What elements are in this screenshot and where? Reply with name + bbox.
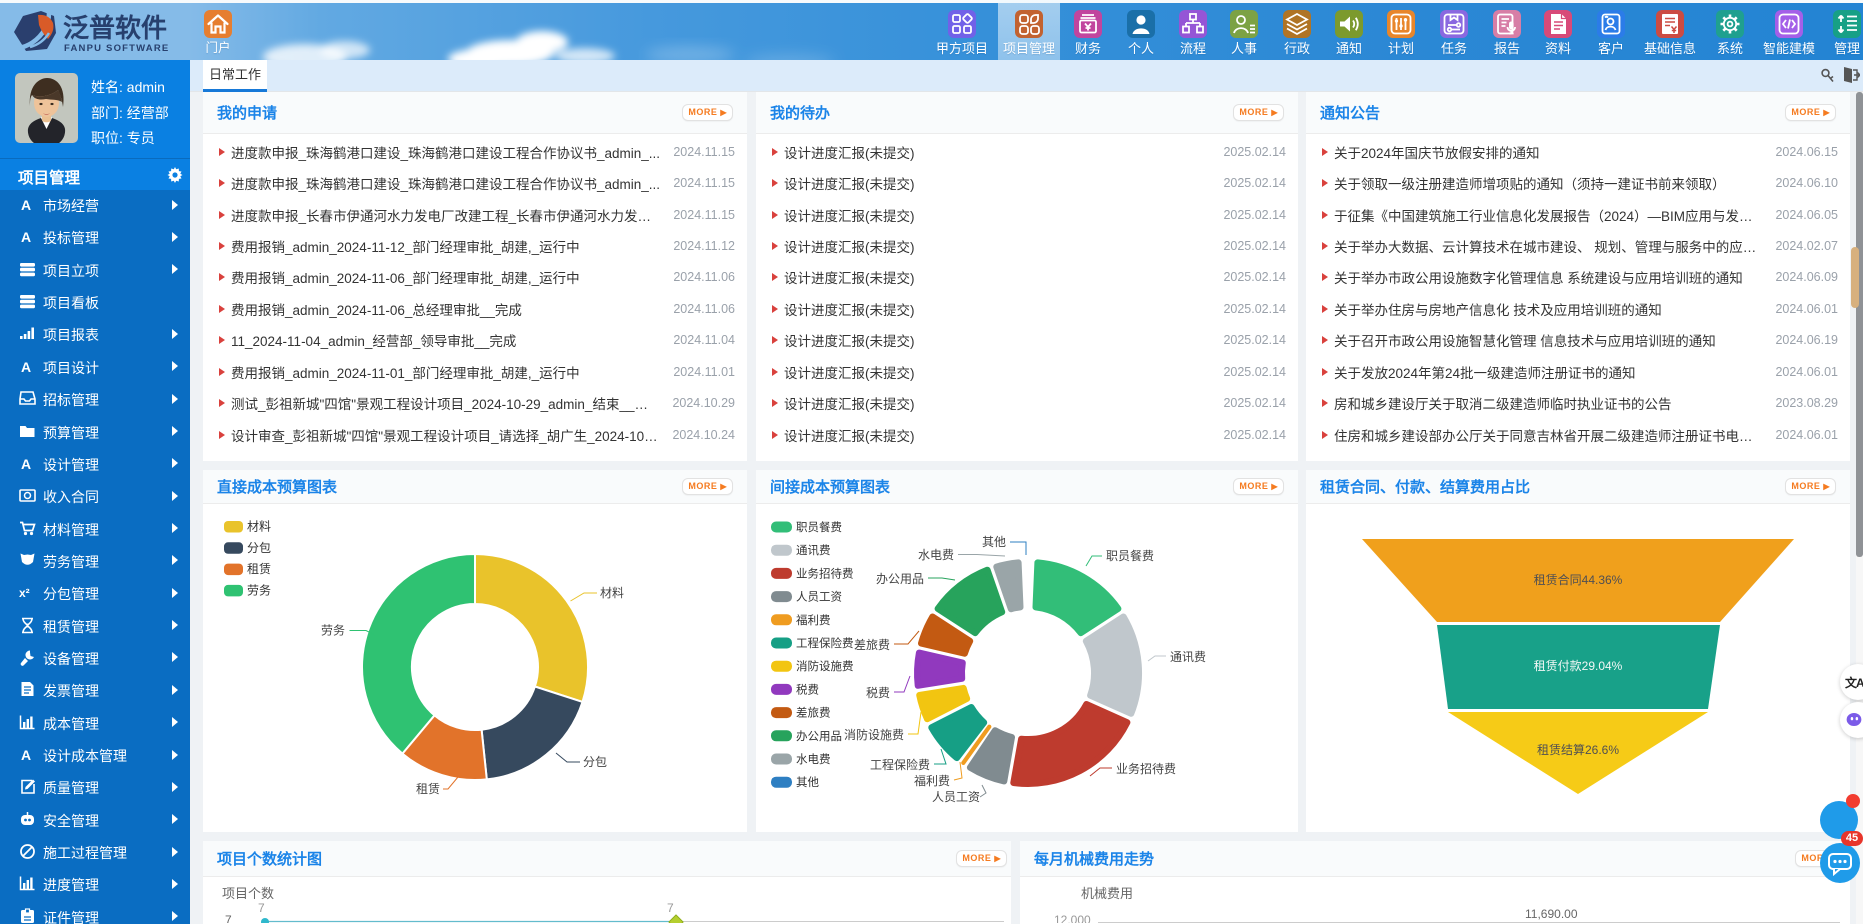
svg-text:A: A	[21, 456, 31, 472]
svg-text:通讯费: 通讯费	[1170, 650, 1206, 664]
svg-text:分包: 分包	[247, 541, 271, 555]
svg-text:租赁结算26.6%: 租赁结算26.6%	[1537, 742, 1619, 757]
svg-text:办公用品: 办公用品	[796, 729, 842, 743]
svg-text:7: 7	[258, 901, 265, 915]
svg-text:消防设施费: 消防设施费	[844, 727, 904, 742]
svg-text:办公用品: 办公用品	[876, 571, 924, 586]
svg-text:工程保险费: 工程保险费	[796, 636, 854, 650]
svg-text:A: A	[21, 359, 31, 375]
svg-text:租赁合同44.36%: 租赁合同44.36%	[1534, 572, 1623, 587]
svg-text:劳务: 劳务	[247, 582, 271, 597]
svg-text:12,000: 12,000	[1054, 913, 1091, 923]
svg-text:工程保险费: 工程保险费	[870, 757, 930, 772]
svg-text:A: A	[21, 747, 31, 763]
svg-text:水电费: 水电费	[918, 548, 954, 562]
svg-text:材料: 材料	[600, 586, 624, 600]
svg-text:泛普软件: 泛普软件	[63, 13, 167, 43]
svg-text:租赁: 租赁	[247, 562, 271, 576]
svg-text:FANPU SOFTWARE: FANPU SOFTWARE	[64, 43, 169, 54]
svg-text:x²: x²	[19, 586, 30, 600]
svg-text:福利费: 福利费	[914, 773, 950, 788]
svg-text:税费: 税费	[866, 686, 890, 700]
svg-text:其他: 其他	[982, 535, 1006, 549]
svg-text:11,690.00: 11,690.00	[1525, 907, 1578, 921]
svg-text:差旅费: 差旅费	[854, 638, 890, 652]
svg-text:福利费: 福利费	[796, 613, 831, 627]
svg-text:通讯费: 通讯费	[796, 544, 831, 557]
svg-text:水电费: 水电费	[796, 753, 831, 766]
svg-text:A: A	[21, 197, 31, 213]
svg-text:其他: 其他	[796, 776, 819, 789]
svg-text:业务招待费: 业务招待费	[796, 566, 854, 580]
svg-text:机械费用: 机械费用	[1081, 886, 1133, 901]
svg-text:租赁付款29.04%: 租赁付款29.04%	[1534, 659, 1623, 673]
svg-text:人员工资: 人员工资	[796, 591, 842, 604]
svg-text:分包: 分包	[583, 755, 607, 769]
svg-text:租赁: 租赁	[416, 782, 440, 796]
svg-text:材料: 材料	[247, 520, 271, 534]
svg-text:职员餐费: 职员餐费	[796, 520, 842, 534]
svg-text:差旅费: 差旅费	[796, 706, 831, 720]
svg-text:7: 7	[667, 901, 674, 915]
svg-text:A: A	[21, 229, 31, 245]
svg-text:人员工资: 人员工资	[932, 790, 980, 804]
svg-text:税费: 税费	[796, 682, 819, 696]
svg-text:项目个数: 项目个数	[222, 886, 274, 901]
svg-text:职员餐费: 职员餐费	[1106, 548, 1154, 563]
svg-text:劳务: 劳务	[321, 623, 345, 638]
svg-text:7: 7	[225, 913, 232, 923]
svg-text:消防设施费: 消防设施费	[796, 659, 854, 673]
svg-text:业务招待费: 业务招待费	[1116, 761, 1176, 776]
